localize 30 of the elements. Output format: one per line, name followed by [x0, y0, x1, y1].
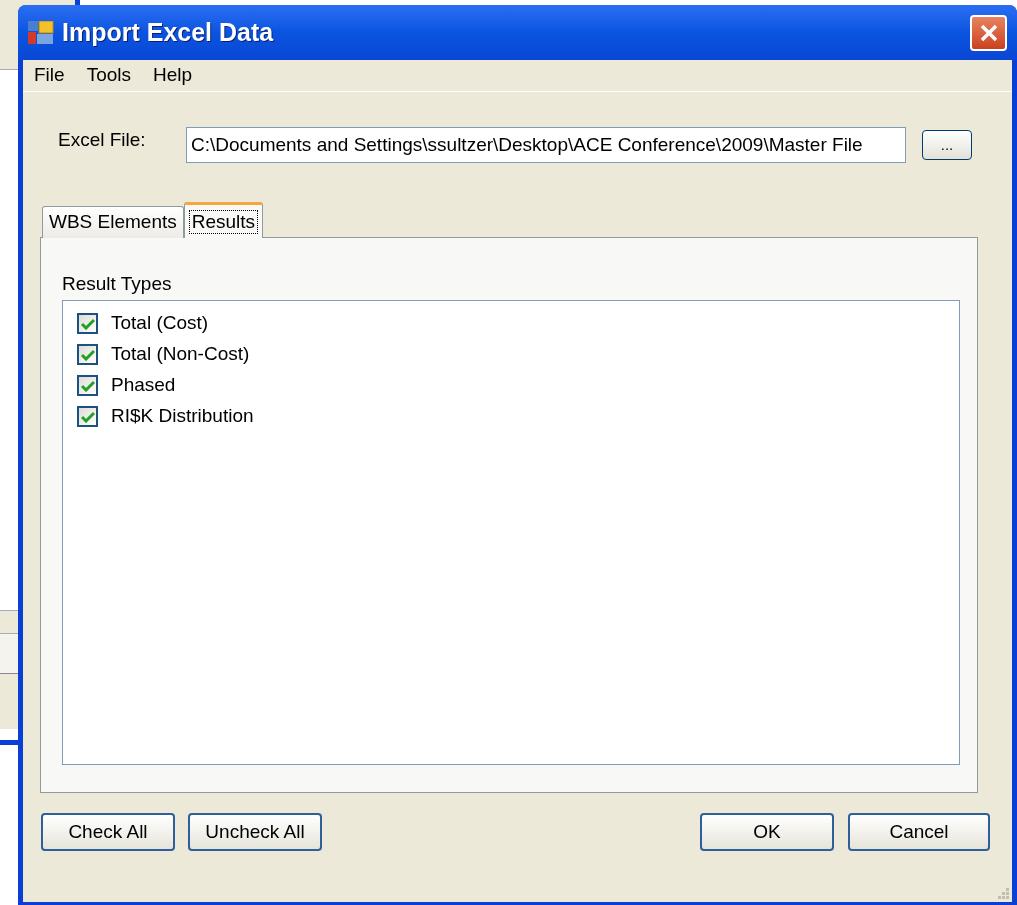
dialog-button[interactable]: OK — [700, 813, 834, 851]
menu-item[interactable]: Tools — [86, 61, 131, 90]
browse-button[interactable]: ... — [922, 130, 972, 160]
dialog-button[interactable]: Check All — [41, 813, 175, 851]
check-icon — [80, 379, 95, 392]
excel-file-field[interactable]: C:\Documents and Settings\ssultzer\Desktop\ACE Conference\2009\Master File — [186, 127, 906, 163]
menu-item[interactable]: File — [34, 61, 65, 90]
field-label: Excel File: — [58, 127, 147, 152]
checkbox[interactable] — [77, 406, 98, 427]
checkbox-label: Total (Non-Cost) — [111, 342, 250, 367]
check-icon — [80, 410, 95, 423]
checkbox-label: Phased — [111, 373, 176, 398]
resize-grip-icon — [996, 886, 1010, 900]
check-icon — [80, 348, 95, 361]
check-icon — [80, 317, 95, 330]
checkbox-label: RI$K Distribution — [111, 404, 254, 429]
menu-item[interactable]: Help — [153, 61, 193, 90]
window-title: Import Excel Data — [62, 16, 274, 48]
tab[interactable]: Results — [183, 202, 264, 238]
checkbox[interactable] — [77, 375, 98, 396]
checkbox-label: Total (Cost) — [111, 311, 209, 336]
checkbox[interactable] — [77, 344, 98, 365]
close-icon — [978, 22, 999, 43]
group-label: Result Types — [62, 273, 173, 295]
dialog-button[interactable]: Uncheck All — [188, 813, 322, 851]
close-button[interactable] — [970, 14, 1007, 51]
app-icon — [28, 20, 54, 45]
dialog-button[interactable]: Cancel — [848, 813, 990, 851]
checkbox[interactable] — [77, 313, 98, 334]
tab[interactable]: WBS Elements — [42, 206, 184, 238]
